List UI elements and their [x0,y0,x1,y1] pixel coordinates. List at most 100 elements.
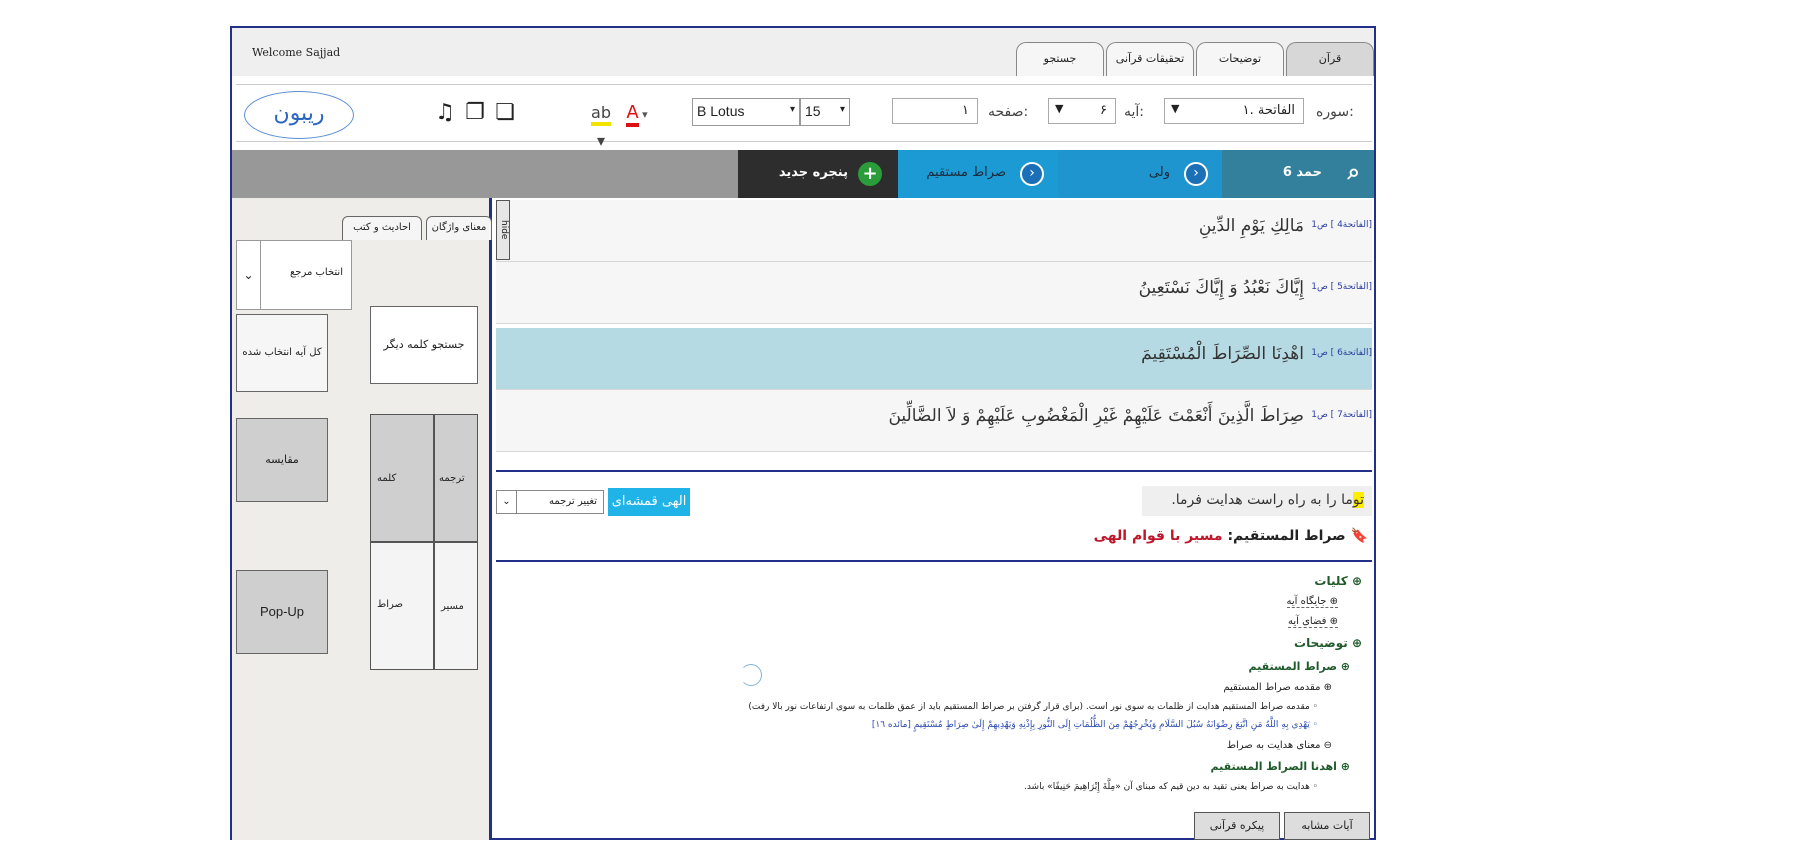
grid-sirat-cell[interactable]: صراط [370,542,434,670]
sura-value: ۱. الفاتحة [1242,103,1295,118]
tree-text: يَهْدِي بِهِ اللَّهُ مَنِ اتَّبَعَ رِضْو… [871,720,1310,730]
breadcrumb-vali[interactable]: › ولی [1058,150,1222,198]
tree-label: صراط المستقیم [1248,660,1337,673]
chevron-down-icon: ▾ [839,104,845,115]
verse-text: صِرَاطَ الَّذِينَ أَنْعَمْتَ عَلَيْهِمْ … [888,406,1304,426]
music-icon[interactable]: ♫ [432,99,458,127]
whole-verse-button[interactable]: کل آیه انتخاب شده [236,314,328,392]
dropdown-arrow-icon: ▼ [1171,102,1180,115]
change-translation-select[interactable]: ⌄ تغییر ترجمه [496,490,604,514]
grid-word-cell[interactable]: کلمه [370,414,434,542]
font-color-icon[interactable]: A ▾ [624,99,650,127]
breadcrumb-hamd-label: حمد 6 [1282,165,1322,180]
breadcrumb-sirat[interactable]: › صراط مستقیم [898,150,1058,198]
chevron-right-icon: › [1020,162,1044,186]
ribbon-logo: ریبون [244,91,354,139]
grid-translation-label: ترجمه [439,473,465,484]
sura-select[interactable]: ▼ ۱. الفاتحة [1164,98,1304,124]
reference-select[interactable]: ⌄ انتخاب مرجع [236,240,352,310]
highlight-color-icon[interactable]: ab ▾ [588,99,614,150]
tree-label: فضای آیه [1288,616,1327,627]
tree-node-tozihat[interactable]: ⊕ توضیحات [1294,636,1362,650]
grid-translation-cell[interactable]: ترجمه [434,414,478,542]
translation-highlight: تو [1352,492,1364,508]
new-window-button[interactable]: + پنجره جدید [738,150,898,198]
grid-path-cell[interactable]: مسیر [434,542,478,670]
verse-ref[interactable]: [الفاتحة5 ] ص1 [1310,282,1372,292]
verse-row[interactable]: مَالِكِ يَوْمِ الدِّينِ [الفاتحة4 ] ص1 [496,200,1372,262]
subject-value: مسیر با قوام الهی [1093,528,1223,544]
verse-list: مَالِكِ يَوْمِ الدِّينِ [الفاتحة4 ] ص1 إ… [496,200,1372,472]
change-translation-label: تغییر ترجمه [549,496,597,507]
popup-button[interactable]: Pop-Up [236,570,328,654]
tree-leaf-verse-quote: ◦ يَهْدِي بِهِ اللَّهُ مَنِ اتَّبَعَ رِض… [871,720,1318,730]
note-icon: 🔖 [1350,528,1368,544]
font-name-select[interactable]: B Lotus ▾ [692,98,800,126]
top-bar: Welcome Sajjad قرآن توضیحات تحقیقات قرآن… [232,28,1374,76]
aye-select[interactable]: ▼ ۶ [1048,98,1116,124]
search-other-word-button[interactable]: جستجو کلمه دیگر [370,306,478,384]
tree-node-kolliyat[interactable]: ⊕ کلیات [1314,574,1362,588]
verse-text: إِيَّاكَ نَعْبُدُ وَ إِيَّاكَ نَسْتَعِين… [1138,278,1304,298]
tree-text: هدایت به صراط یعنی تقید به دین قیم که مب… [1023,782,1310,792]
tab-word-meanings[interactable]: معنای واژگان [426,216,492,240]
verse-text: مَالِكِ يَوْمِ الدِّينِ [1198,216,1304,236]
copy-icon[interactable]: ❐ [462,99,488,127]
tab-quran[interactable]: قرآن [1286,42,1374,76]
translation-rest: ما را به راه راست هدایت فرما. [1171,492,1353,508]
new-window-label: پنجره جدید [778,165,848,180]
explanation-tree: ⊕ کلیات ⊕ جایگاه آیه ⊕ فضای آیه ⊕ توضیحا… [496,568,1372,826]
main-tabs: قرآن توضیحات تحقیقات قرآنی جستجو [1014,42,1374,76]
tree-label: جایگاه آیه [1286,596,1327,607]
chevron-down-icon: ⌄ [497,491,517,513]
translation-text: توما را به راه راست هدایت فرما. [1142,486,1372,516]
tree-node-faza[interactable]: ⊕ فضای آیه [1288,616,1338,628]
verse-ref[interactable]: [الفاتحة6 ] ص1 [1310,348,1372,358]
tree-label: معنای هدایت به صراط [1226,740,1321,751]
tree-node-jaygah[interactable]: ⊕ جایگاه آیه [1286,596,1338,608]
tree-text: مقدمه صراط المستقیم هدایت از ظلمات به سو… [748,702,1310,712]
plus-icon: + [858,162,882,186]
tree-leaf-ehdena: ◦ هدایت به صراط یعنی تقید به دین قیم که … [1023,782,1318,792]
similar-verses-button[interactable]: آیات مشابه [1284,812,1370,840]
hide-panel-tab[interactable]: hide [496,200,510,260]
tab-explanations[interactable]: توضیحات [1196,42,1284,76]
font-size-value: 15 [805,103,821,119]
grid-sirat-label: صراط [377,599,404,610]
tab-quran-research[interactable]: تحقیقات قرآنی [1106,42,1194,76]
subject-key: صراط المستقیم: [1227,528,1346,544]
grid-word-label: کلمه [377,473,397,484]
page-label: صفحه: [988,104,1029,120]
verse-text: اهْدِنَا الصِّرَاطَ الْمُسْتَقِيمَ [1141,344,1304,364]
left-panel: معنای واژگان احادیث و کتب ⌄ انتخاب مرجع … [232,198,492,840]
breadcrumb-sirat-label: صراط مستقیم [926,165,1006,180]
paste-icon[interactable]: ❏ [492,99,518,127]
verse-row[interactable]: إِيَّاكَ نَعْبُدُ وَ إِيَّاكَ نَسْتَعِين… [496,262,1372,324]
tab-hadith-books[interactable]: احادیث و کتب [342,216,422,240]
tree-label: توضیحات [1294,636,1348,650]
tree-label: کلیات [1314,574,1348,588]
verse-row-selected[interactable]: اهْدِنَا الصِّرَاطَ الْمُسْتَقِيمَ [الفا… [496,328,1372,390]
chevron-right-icon: › [1184,162,1208,186]
welcome-text: Welcome Sajjad [252,46,341,59]
tree-node-sirat[interactable]: ⊕ صراط المستقیم [1248,660,1350,673]
subject-line: 🔖 صراط المستقیم: مسیر با قوام الهی [1094,528,1368,544]
page-input[interactable]: ۱ [892,98,978,124]
tree-node-mana[interactable]: ⊖ معنای هدایت به صراط [1227,740,1332,751]
tree-node-ehdena[interactable]: ⊕ اهدنا الصراط المستقیم [1211,760,1351,773]
breadcrumb-hamd[interactable]: ⌕ حمد 6 [1222,150,1374,198]
verse-ref[interactable]: [الفاتحة4 ] ص1 [1310,220,1372,230]
toolbar: ریبون ♫ ❐ ❏ ab ▾ A ▾ B Lotus ▾ 15 ▾ ۱ صف… [236,84,1372,150]
app-window: Welcome Sajjad قرآن توضیحات تحقیقات قرآن… [230,26,1376,840]
dropdown-arrow-icon: ▼ [1055,102,1064,115]
compare-button[interactable]: مقایسه [236,418,328,502]
tree-node-moqaddame[interactable]: ⊕ مقدمه صراط المستقیم [1223,682,1332,693]
font-size-select[interactable]: 15 ▾ [800,98,850,126]
tree-label: مقدمه صراط المستقیم [1223,682,1321,693]
translator-button[interactable]: الهی قمشه‌ای [608,488,690,516]
verse-row[interactable]: صِرَاطَ الَّذِينَ أَنْعَمْتَ عَلَيْهِمْ … [496,390,1372,452]
grid-path-label: مسیر [441,601,464,612]
tab-search[interactable]: جستجو [1016,42,1104,76]
quran-corpus-button[interactable]: پیکره قرآنی [1194,812,1280,840]
verse-ref[interactable]: [الفاتحة7 ] ص1 [1310,410,1372,420]
